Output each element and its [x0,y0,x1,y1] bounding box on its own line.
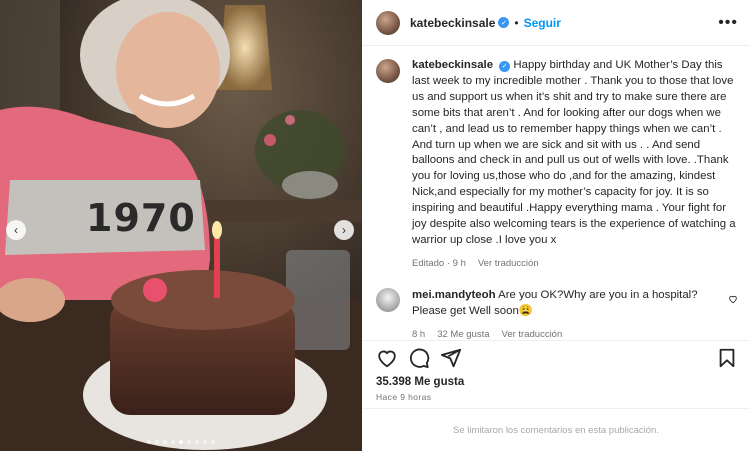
caption-meta: Editado · 9 h Ver traducción [412,256,738,272]
sweater-text: 1970 [86,196,196,240]
chevron-left-icon: ‹ [14,223,18,237]
comments-section: katebeckinsale ✓ Happy birthday and UK M… [376,58,738,343]
see-translation-link[interactable]: Ver traducción [478,256,539,272]
avatar[interactable] [376,287,400,312]
chevron-right-icon: › [342,223,346,237]
comments-disabled-notice: Se limitaron los comentarios en esta pub… [362,408,750,451]
follow-button[interactable]: Seguir [524,16,561,30]
carousel-dot [171,440,175,444]
likes-count[interactable]: 35.398 Me gusta [376,376,464,388]
edited-time: Editado · 9 h [412,257,466,269]
carousel-dot [195,440,199,444]
comment-body: mei.mandyteoh Are you OK?Why are you in … [412,288,738,343]
more-options-icon[interactable]: ••• [718,14,738,32]
like-comment-heart-icon[interactable] [728,294,738,304]
header-separator: • [514,15,519,30]
verified-badge-icon: ✓ [499,61,511,73]
post-photo: 1970 ‹ › [0,0,362,451]
post-header: katebeckinsale ✓ • Seguir ••• [362,0,750,46]
like-heart-icon[interactable] [376,347,398,369]
post-actions [362,340,750,374]
caption-body: katebeckinsale ✓ Happy birthday and UK M… [412,58,738,272]
previous-photo-button[interactable]: ‹ [6,220,26,240]
carousel-dot [211,440,215,444]
post-author-username[interactable]: katebeckinsale [410,16,495,30]
comment-username[interactable]: mei.mandyteoh [412,289,496,301]
save-bookmark-icon[interactable] [716,347,738,369]
comment-item: mei.mandyteoh Are you OK?Why are you in … [376,287,738,343]
carousel-dot [155,440,159,444]
carousel-dot [179,440,183,444]
post-time: Hace 9 horas [376,392,432,402]
verified-badge-icon: ✓ [498,17,510,28]
caption-username[interactable]: katebeckinsale [412,59,493,71]
comment-icon[interactable] [408,347,430,369]
carousel-indicator [0,440,362,444]
post-details-panel: katebeckinsale ✓ • Seguir ••• katebeckin… [362,0,750,451]
caption: katebeckinsale ✓ Happy birthday and UK M… [376,58,738,272]
carousel-dot [163,440,167,444]
avatar[interactable] [376,10,400,35]
avatar[interactable] [376,59,400,83]
next-photo-button[interactable]: › [334,220,354,240]
carousel-dot [203,440,207,444]
caption-text: Happy birthday and UK Mother’s Day this … [412,59,736,246]
carousel-dot [187,440,191,444]
carousel-dot [147,440,151,444]
share-icon[interactable] [440,347,462,369]
